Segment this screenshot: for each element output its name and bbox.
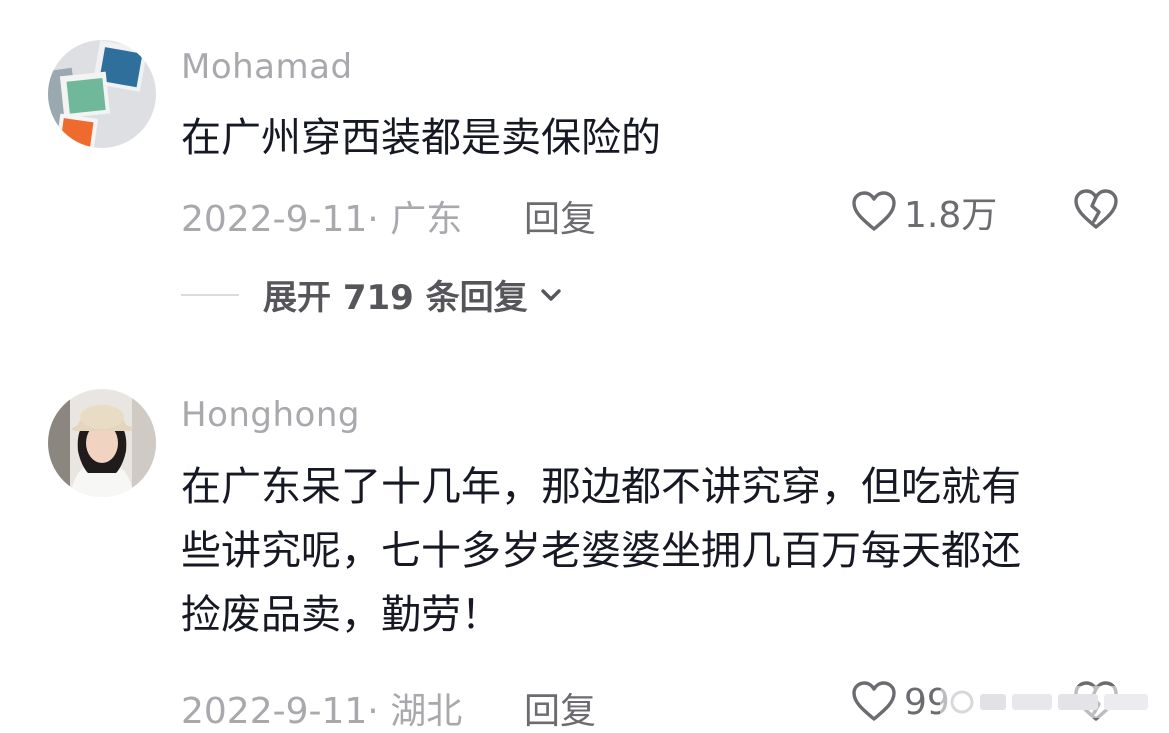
like-button[interactable]: 1.8万: [850, 186, 997, 238]
comment-text: 在广东呆了十几年，那边都不讲究穿，但吃就有 些讲究呢，七十多岁老婆婆坐拥几百万每…: [181, 455, 1021, 647]
broken-heart-icon: [1074, 189, 1118, 229]
divider: [181, 293, 239, 296]
watermark-logo: [940, 686, 1160, 718]
avatar-image: [48, 40, 156, 148]
expand-replies-button[interactable]: 展开 719 条回复: [181, 270, 566, 319]
comment-date-location: 2022-9-11· 湖北: [181, 691, 463, 732]
reply-button[interactable]: 回复: [524, 682, 596, 733]
comment-text-line: 些讲究呢，七十多岁老婆婆坐拥几百万每天都还: [181, 528, 1021, 574]
heart-outline-icon: [852, 681, 896, 721]
comment-text-line: 在广东呆了十几年，那边都不讲究穿，但吃就有: [181, 464, 1021, 510]
expand-replies-label: 展开 719 条回复: [263, 278, 528, 318]
avatar[interactable]: [48, 40, 156, 148]
like-count: 1.8万: [904, 195, 998, 236]
like-button[interactable]: 99: [850, 678, 950, 726]
reply-button[interactable]: 回复: [524, 190, 596, 242]
comment-text-line: 在广州穿西装都是卖保险的: [181, 115, 661, 161]
chevron-down-icon: [540, 288, 561, 301]
comment-date-location: 2022-9-11· 广东: [181, 199, 463, 240]
comment-username[interactable]: Mohamad: [181, 47, 353, 87]
avatar-image: [48, 389, 156, 497]
avatar[interactable]: [48, 389, 156, 497]
comment-text-line: 捡废品卖，勤劳！: [181, 592, 501, 638]
heart-outline-icon: [852, 191, 896, 231]
comment-username[interactable]: Honghong: [181, 395, 360, 435]
comment-text: 在广州穿西装都是卖保险的: [181, 106, 661, 170]
dislike-button[interactable]: [1072, 186, 1120, 238]
